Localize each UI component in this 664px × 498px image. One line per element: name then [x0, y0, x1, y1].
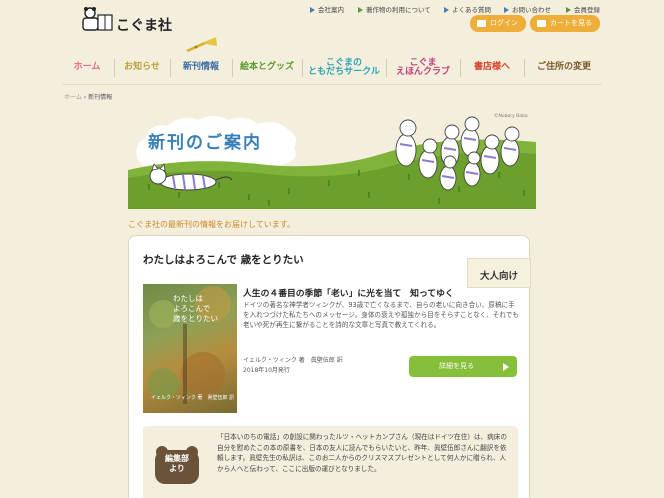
breadcrumb: ホーム › 新刊情報	[64, 92, 112, 101]
book-author: イェルク・ツィンク 著 眞壁伍郎 訳	[243, 357, 343, 364]
breadcrumb-home[interactable]: ホーム	[64, 94, 82, 101]
book-subtitle: 人生の４番目の季節「老い」に光を当て 知ってゆく	[243, 289, 454, 299]
bear-logo-icon	[82, 7, 113, 31]
nav-divider	[302, 59, 303, 77]
editor-note: 編集部 より 「日本いのちの電話」の創設に関わったルツ・ヘットカンプさん（現在は…	[143, 426, 518, 498]
intro-text: こぐま社の最新刊の情報をお届けしています。	[128, 220, 295, 229]
nav-divider	[460, 59, 461, 77]
book-description: ドイツの著名な神学者ツィンクが、93歳で亡くなるまで、自らの老いに向き合い、原稿…	[243, 301, 519, 330]
company-link[interactable]: 会社案内	[310, 4, 344, 14]
nav-friends-circle[interactable]: こぐまの ともだちサークル	[304, 54, 384, 82]
login-label: ログイン	[490, 19, 518, 27]
details-label: 詳細を見る	[439, 362, 474, 370]
login-button[interactable]: ログイン	[470, 15, 526, 32]
contact-link[interactable]: お問い合わせ	[504, 4, 551, 14]
nav-address-change[interactable]: ご住所の変更	[526, 54, 602, 82]
nav-divider	[524, 59, 525, 77]
nav-divider	[170, 59, 171, 77]
nav-books-goods[interactable]: 絵本とグッズ	[234, 54, 300, 82]
breadcrumb-current: 新刊情報	[88, 94, 113, 101]
book-published: 2018年10月発行	[243, 366, 290, 374]
cover-author: イェルク・ツィンク 著 眞壁伍郎 訳	[151, 395, 235, 401]
audience-tag: 大人向け	[467, 258, 531, 288]
banner-title: 新刊のご案内	[148, 133, 262, 153]
folder-icon	[477, 20, 486, 27]
nav-home[interactable]: ホーム	[62, 54, 112, 82]
copyright-usage-link[interactable]: 著作物の利用について	[358, 4, 431, 14]
faq-link[interactable]: よくある質問	[444, 4, 491, 14]
nav-bookstores[interactable]: 書店様へ	[462, 54, 522, 82]
site-logo[interactable]: こぐま社	[80, 6, 180, 34]
editor-badge-label: 編集部 より	[165, 454, 189, 473]
nav-divider	[232, 59, 233, 77]
details-button[interactable]: 詳細を見る	[409, 356, 517, 377]
nav-divider	[386, 59, 387, 77]
nav-ehon-club[interactable]: こぐま えほんクラブ	[388, 54, 458, 82]
nav-underline	[62, 84, 602, 85]
book-meta: イェルク・ツィンク 著 眞壁伍郎 訳 2018年10月発行	[243, 356, 343, 375]
new-releases-banner: 新刊のご案内 ©Nobory Baba	[128, 112, 536, 209]
banner-credit: ©Nobory Baba	[494, 114, 528, 119]
cart-label: カートを見る	[550, 19, 592, 27]
book-cover[interactable]: わたしは よろこんで 歳をとりたい イェルク・ツィンク 著 眞壁伍郎 訳	[143, 284, 237, 413]
cart-icon	[537, 20, 546, 27]
book-card: わたしはよろこんで 歳をとりたい 大人向け わたしは よろこんで 歳をとりたい …	[128, 235, 531, 498]
nav-news[interactable]: お知らせ	[116, 54, 168, 82]
nav-new-releases[interactable]: 新刊情報	[172, 54, 230, 82]
main-nav: ホーム お知らせ 新刊情報 絵本とグッズ こぐまの ともだちサークル こぐま え…	[62, 54, 602, 82]
logo-text: こぐま社	[116, 18, 172, 34]
cart-button[interactable]: カートを見る	[530, 15, 600, 32]
arrow-right-icon	[503, 363, 509, 371]
trumpet-icon	[186, 37, 217, 52]
register-link[interactable]: 会員登録	[566, 4, 600, 14]
banner-illustration	[128, 112, 536, 209]
book-title: わたしはよろこんで 歳をとりたい	[143, 254, 304, 266]
nav-divider	[114, 59, 115, 77]
audience-tag-label: 大人向け	[479, 271, 518, 282]
cover-title: わたしは よろこんで 歳をとりたい	[173, 294, 218, 324]
editor-text: 「日本いのちの電話」の創設に関わったルツ・ヘットカンプさん（現在はドイツ在住）は…	[217, 433, 507, 473]
